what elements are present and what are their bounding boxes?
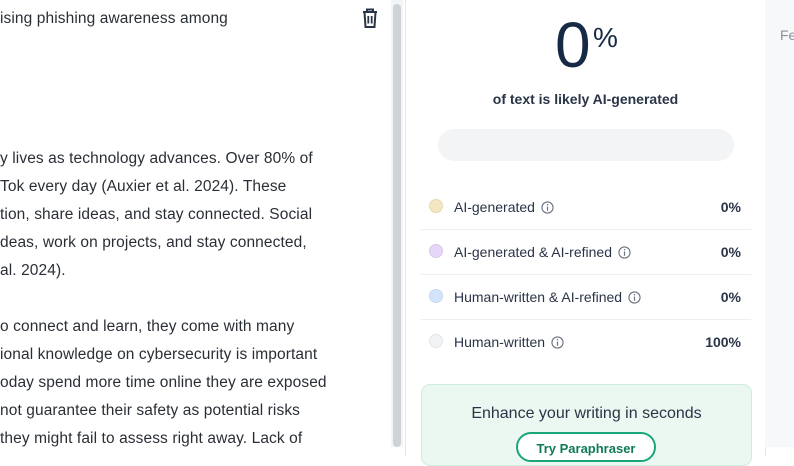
editor-text-line: ising phishing awareness among: [0, 10, 228, 27]
score-subtitle: of text is likely AI-generated: [492, 91, 679, 107]
breakdown-row-human-written-ai-refined: Human-written & AI-refined 0%: [421, 275, 751, 320]
row-value: 100%: [705, 334, 741, 350]
editor-text-line: y lives as technology advances. Over 80%…: [0, 150, 313, 167]
trash-icon[interactable]: [360, 7, 380, 29]
info-icon[interactable]: [541, 201, 554, 214]
row-label: AI-generated: [454, 199, 535, 215]
ai-generated-color-dot: [429, 199, 443, 213]
ai-score-unit: %: [593, 22, 618, 53]
breakdown-row-ai-generated-ai-refined: AI-generated & AI-refined 0%: [421, 230, 751, 275]
editor-text-line: Tok every day (Auxier et al. 2024). Thes…: [0, 178, 287, 195]
human-ai-refined-color-dot: [429, 289, 443, 303]
info-icon[interactable]: [551, 336, 564, 349]
editor-text-line: ional knowledge on cybersecurity is impo…: [0, 346, 318, 363]
ai-score-value: 0: [555, 9, 591, 81]
row-label: Human-written & AI-refined: [454, 289, 623, 305]
editor-text-line: not guarantee their safety as potential …: [0, 402, 301, 419]
row-value: 0%: [720, 199, 741, 215]
score-progress-bar: [438, 129, 734, 161]
scrollbar-thumb[interactable]: [393, 4, 401, 447]
breakdown-row-ai-generated: AI-generated 0%: [421, 185, 751, 230]
info-icon[interactable]: [628, 291, 641, 304]
row-label: Human-written: [454, 334, 546, 350]
editor-text-line: al. 2024).: [0, 262, 66, 279]
breakdown-row-human-written: Human-written 100%: [421, 320, 751, 364]
score-display: 0 %: [406, 0, 765, 86]
ai-detector-panel: 0 % of text is likely AI-generated AI-ge…: [405, 0, 766, 466]
editor-text-line: deas, work on projects, and stay connect…: [0, 234, 307, 251]
editor-text-line: o connect and learn, they come with many: [0, 318, 295, 335]
promo-text: Enhance your writing in seconds: [471, 405, 702, 422]
row-label: AI-generated & AI-refined: [454, 244, 612, 260]
try-paraphraser-button[interactable]: Try Paraphraser: [516, 432, 656, 462]
editor-text-line: they might fail to assess right away. La…: [0, 430, 303, 447]
adjacent-panel: Fe: [765, 0, 794, 447]
editor-scrollbar[interactable]: [391, 0, 403, 447]
row-value: 0%: [720, 244, 741, 260]
breakdown-list: AI-generated 0% AI-generated & AI-refine…: [421, 185, 751, 364]
ai-refined-color-dot: [429, 244, 443, 258]
editor-text-line: oday spend more time online they are exp…: [0, 374, 327, 391]
document-editor[interactable]: ising phishing awareness among y lives a…: [0, 0, 392, 447]
info-icon[interactable]: [618, 246, 631, 259]
adjacent-panel-label: Fe: [780, 27, 794, 43]
human-written-color-dot: [429, 334, 443, 348]
editor-text-line: tion, share ideas, and stay connected. S…: [0, 206, 313, 223]
paraphraser-promo-card: Enhance your writing in seconds Try Para…: [421, 384, 752, 466]
row-value: 0%: [720, 289, 741, 305]
